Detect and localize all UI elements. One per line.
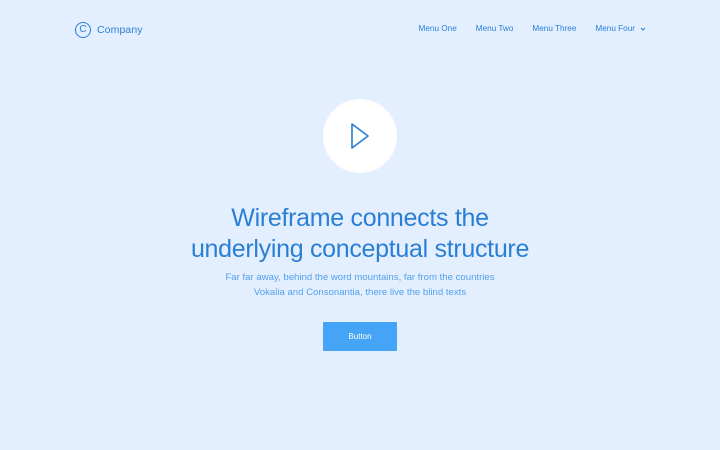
main-nav: Menu One Menu Two Menu Three Menu Four: [419, 24, 646, 33]
nav-item-menu-three[interactable]: Menu Three: [532, 24, 576, 33]
cta-button[interactable]: Button: [323, 322, 397, 351]
nav-item-menu-four[interactable]: Menu Four: [595, 24, 646, 33]
hero-subtitle-line-1: Far far away, behind the word mountains,…: [225, 272, 495, 283]
hero-subtitle-line-2: Vokalia and Consonantia, there live the …: [253, 287, 467, 298]
hero-title: Wireframe connects the underlying concep…: [0, 203, 720, 265]
page: C Company Menu One Menu Two Menu Three M…: [0, 0, 720, 450]
brand-link[interactable]: C Company: [75, 21, 143, 39]
site-header: C Company Menu One Menu Two Menu Three M…: [0, 0, 720, 60]
hero-title-line-2: underlying conceptual structure: [190, 235, 530, 263]
hero-title-line-1: Wireframe connects the: [231, 204, 489, 232]
brand-name: Company: [97, 24, 143, 36]
play-icon: [351, 123, 369, 149]
play-button[interactable]: [323, 99, 397, 173]
chevron-down-icon: [640, 27, 646, 31]
company-logo-icon: C: [75, 22, 91, 38]
hero-subtitle: Far far away, behind the word mountains,…: [0, 270, 720, 300]
nav-item-menu-four-label: Menu Four: [595, 24, 635, 33]
nav-item-menu-one[interactable]: Menu One: [419, 24, 457, 33]
nav-item-menu-two[interactable]: Menu Two: [476, 24, 514, 33]
